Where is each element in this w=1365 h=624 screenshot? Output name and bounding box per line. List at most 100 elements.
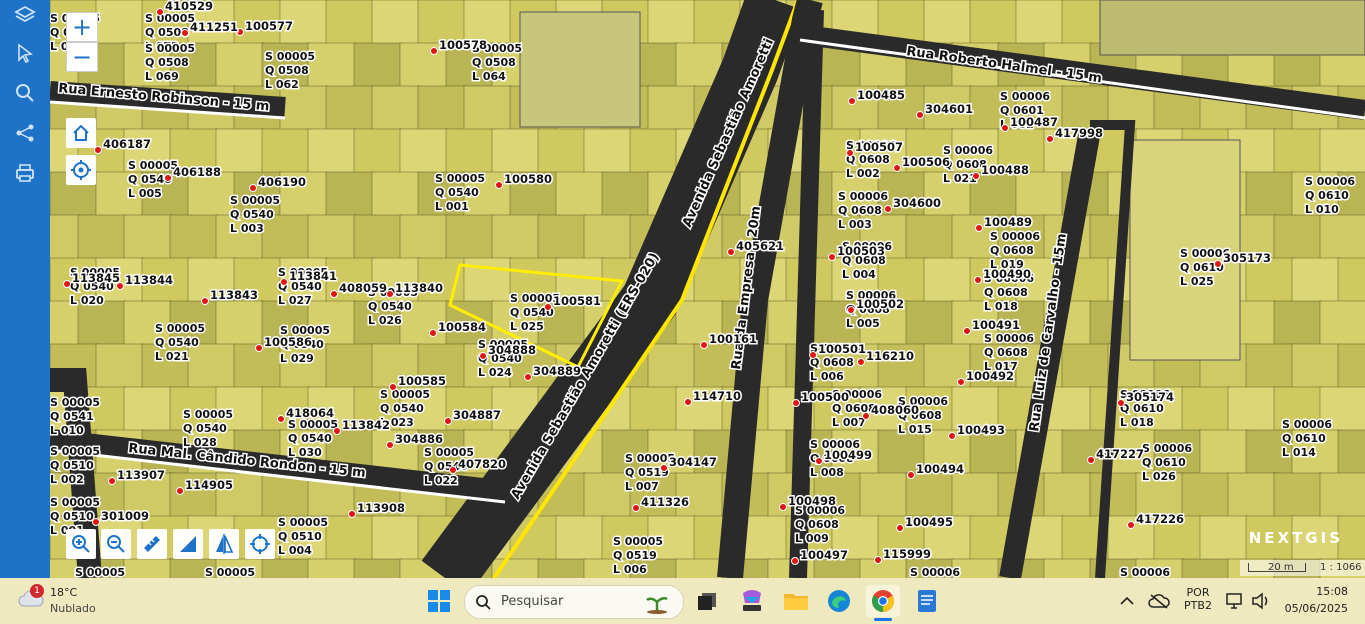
lot-code-line: L 024 [478,366,512,379]
zoom-in-tool-button[interactable] [66,529,96,559]
crosshair-icon [249,533,271,555]
lot-code-line: L 010 [1305,203,1339,216]
clock[interactable]: 15:08 05/06/2025 [1280,585,1360,619]
lot-code-line: L 062 [265,78,299,91]
parcel-dot [809,351,817,359]
chrome-browser-button[interactable] [866,585,900,621]
taskbar-search-box[interactable]: Pesquisar [464,585,684,619]
parcel-id: 304889 [533,364,581,378]
lot-code-line: L 015 [898,423,932,436]
parcel-id: 113908 [357,501,405,515]
lot-code-fragment: S 00005 [205,566,255,578]
map-svg[interactable]: Rua Ernesto Robinson - 15 mRua Roberto H… [50,0,1365,578]
parcel-dot [1127,521,1135,529]
edge-browser-button[interactable] [822,585,856,617]
lot-code-line: S 00005 [613,535,663,548]
lot-code-line: Q 0540 [230,208,274,221]
lot-code-line: L 021 [943,172,977,185]
lot-code-line: Q 0519 [613,549,657,562]
search-icon [476,595,491,610]
parcel-dot [277,415,285,423]
parcel-id: 304600 [893,196,941,210]
target-icon [70,159,92,181]
locate-button[interactable] [66,155,96,185]
lot-code-line: Q 0540 [183,422,227,435]
parcel-id: 407820 [458,457,506,471]
parcel-dot [92,518,100,526]
lot-code-line: Q 0510 [50,510,94,523]
parcel-dot [156,8,164,16]
zoom-out-button[interactable]: − [66,42,98,72]
zoom-out-tool-button[interactable] [101,529,131,559]
share-icon[interactable] [10,118,40,148]
lot-code-line: Q 0510 [50,459,94,472]
lot-code-line: L 004 [842,268,876,281]
lot-code-line: L 029 [280,352,314,365]
measure-distance-button[interactable] [137,529,167,559]
word-button[interactable] [910,585,944,617]
parcel-dot [430,47,438,55]
lot-code-line: S 00006 [838,190,888,203]
parcel-id: 408059 [339,281,387,295]
parcel-id: 100585 [398,374,446,388]
parcel-dot [974,276,982,284]
file-explorer-button[interactable] [779,585,813,617]
map-canvas[interactable]: Rua Ernesto Robinson - 15 m Rua Roberto H… [50,0,1365,578]
lot-code-line: S 00005 [50,496,100,509]
lot-code-line: Q 0608 [984,346,1028,359]
lot-code-line: L 005 [128,187,162,200]
parcel-dot [495,181,503,189]
lot-code-line: Q 0510 [278,530,322,543]
parcel-dot [333,427,341,435]
network-button[interactable] [1222,585,1248,617]
lot-code-line: L 002 [846,167,880,180]
language-indicator[interactable]: POR PTB2 [1180,586,1216,618]
parcel-dot [544,303,552,311]
parcel-id: 301009 [101,509,149,523]
parcel-id: 408060 [871,403,919,417]
active-app-indicator [874,618,892,621]
parcel-id: 100492 [966,369,1014,383]
home-button[interactable] [66,118,96,148]
lot-code-line: L 010 [50,424,84,437]
print-icon[interactable] [10,158,40,188]
lot-code-line: L 026 [368,314,402,327]
lot-code-line: S 00005 [50,396,100,409]
zoom-in-button[interactable]: + [66,12,98,42]
parcel-dot [846,149,854,157]
lot-code-line: Q 0540 [380,402,424,415]
lot-code-line: S 00005 [278,516,328,529]
windows-logo-icon [428,590,450,612]
copilot-m365-button[interactable] [735,585,769,617]
start-button[interactable] [422,585,456,617]
parcel-id: 100490 [983,267,1031,281]
compare-icon [213,533,235,555]
parcel-id: 304886 [395,432,443,446]
onedrive-button[interactable] [1144,585,1174,617]
windows-taskbar: 1 18°C Nublado Pesquisar POR PTB2 15:08 … [0,578,1365,624]
lot-code-line: L 030 [288,446,322,459]
parcel-dot [632,504,640,512]
lot-code-line: L 014 [1282,446,1316,459]
lot-code-line: Q 0508 [265,64,309,77]
task-view-button[interactable] [690,585,724,617]
parcel-dot [828,253,836,261]
weather-widget[interactable]: 1 18°C Nublado [18,584,108,620]
nextgis-logo: NEXTGIS [1248,529,1343,547]
layers-icon[interactable] [10,0,40,30]
measure-area-button[interactable] [173,529,203,559]
compare-button[interactable] [209,529,239,559]
volume-button[interactable] [1248,585,1274,617]
parcel-dot [684,398,692,406]
select-arrow-icon[interactable] [10,38,40,68]
lot-code-line: L 018 [984,300,1018,313]
parcel-dot [255,344,263,352]
show-hidden-icons-button[interactable] [1112,585,1142,617]
lot-code-line: Q 0541 [50,410,94,423]
lot-code-line: S 00006 [990,230,1040,243]
parcel-id: 100580 [504,172,552,186]
parcel-id: 406187 [103,137,151,151]
identify-button[interactable] [245,529,275,559]
parcel-id: 114905 [185,478,233,492]
search-icon[interactable] [10,78,40,108]
